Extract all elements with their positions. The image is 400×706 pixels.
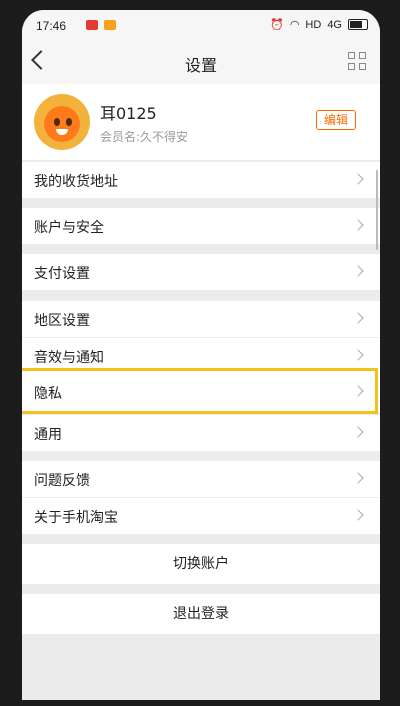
menu-item-payment-label: 支付设置 (34, 266, 90, 282)
switch-account-button[interactable]: 切换账户 (22, 544, 380, 584)
menu-item-about[interactable]: 关于手机淘宝 (22, 498, 380, 534)
signal-label: 4G (327, 18, 342, 31)
chevron-right-icon (352, 472, 364, 484)
menu-item-feedback-label: 问题反馈 (34, 473, 90, 489)
menu-item-general-label: 通用 (34, 427, 62, 443)
menu-item-account-security[interactable]: 账户与安全 (22, 208, 380, 244)
settings-screen: 17:46 ⏰ ◠ HD 4G 设置 耳0125 会员名:久不得安 编辑 我的收… (22, 10, 380, 700)
notification-app-icon-2 (104, 20, 116, 30)
menu-item-address-label: 我的收货地址 (34, 174, 118, 190)
avatar-eye-left (54, 118, 60, 126)
menu-item-about-label: 关于手机淘宝 (34, 510, 118, 526)
chevron-right-icon (352, 312, 364, 324)
profile-card[interactable]: 耳0125 会员名:久不得安 编辑 (22, 84, 380, 160)
member-name: 会员名:久不得安 (100, 130, 189, 144)
status-time: 17:46 (36, 19, 67, 33)
menu-item-region[interactable]: 地区设置 (22, 301, 380, 337)
status-bar: 17:46 ⏰ ◠ HD 4G (22, 10, 380, 40)
status-icons: ⏰ ◠ HD 4G (270, 18, 368, 31)
scrollbar[interactable] (376, 170, 378, 250)
chevron-right-icon (352, 426, 364, 438)
logout-button[interactable]: 退出登录 (22, 594, 380, 634)
alarm-icon: ⏰ (270, 19, 284, 31)
menu-item-feedback[interactable]: 问题反馈 (22, 461, 380, 497)
menu-item-region-label: 地区设置 (34, 313, 90, 329)
edit-profile-button[interactable]: 编辑 (316, 110, 356, 130)
chevron-right-icon (352, 349, 364, 361)
qr-code-icon[interactable] (348, 52, 368, 72)
phone-frame: 17:46 ⏰ ◠ HD 4G 设置 耳0125 会员名:久不得安 编辑 我的收… (0, 0, 400, 706)
profile-name: 耳0125 (100, 104, 157, 123)
menu-item-general[interactable]: 通用 (22, 415, 380, 451)
avatar-eye-right (66, 118, 72, 126)
chevron-right-icon (352, 173, 364, 185)
chevron-right-icon (352, 219, 364, 231)
chevron-right-icon (352, 509, 364, 521)
wifi-icon: ◠ (289, 19, 300, 31)
chevron-right-icon (352, 265, 364, 277)
menu-item-address[interactable]: 我的收货地址 (22, 162, 380, 198)
avatar-face (44, 106, 80, 142)
network-label: HD (305, 18, 322, 31)
menu-item-sound-notify-label: 音效与通知 (34, 350, 104, 366)
nav-bar: 设置 (22, 40, 380, 84)
avatar[interactable] (34, 94, 90, 150)
privacy-highlight-frame (22, 368, 378, 414)
page-title: 设置 (184, 56, 217, 75)
battery-icon (348, 19, 368, 30)
notification-app-icon (86, 20, 98, 30)
menu-item-account-security-label: 账户与安全 (34, 220, 104, 236)
menu-item-payment[interactable]: 支付设置 (22, 254, 380, 290)
